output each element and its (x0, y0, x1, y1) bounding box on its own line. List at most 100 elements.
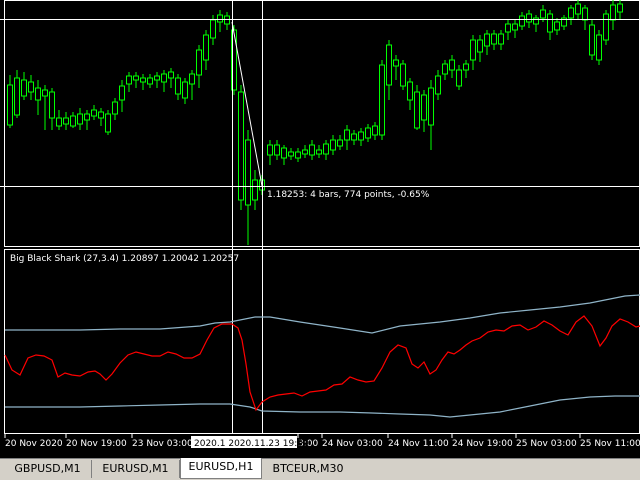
candle-body (428, 87, 434, 126)
candle-body (35, 87, 41, 101)
candle-body (168, 71, 174, 79)
time-axis: 20 Nov 2020 20 Nov 19:00 23 Nov 03:00 3:00 2… (4, 434, 640, 449)
candle-body (28, 81, 34, 93)
lower-band-line (5, 395, 640, 418)
chart-tab-bar: GBPUSD,M1 EURUSD,M1 EURUSD,H1 BTCEUR,M30 (0, 458, 640, 480)
candle-body (610, 4, 616, 21)
upper-band-line (5, 294, 640, 334)
candle-body (196, 49, 202, 76)
candle-body (596, 34, 602, 61)
candle-body (421, 94, 427, 121)
time-axis-label: 25 Nov 03:00 (516, 439, 577, 449)
candle-body (414, 91, 420, 129)
candle-body (323, 143, 329, 155)
candle-body (126, 75, 132, 85)
candle-body (302, 149, 308, 155)
chart-window[interactable]: 1.18253: 4 bars, 774 points, -0.65% Big … (0, 0, 640, 458)
candle-body (70, 115, 76, 127)
candle-body (519, 15, 525, 27)
candle-body (309, 144, 315, 156)
indicator-pane-frame (4, 249, 640, 434)
candle-body (91, 109, 97, 117)
candle-body (267, 144, 273, 156)
time-axis-label: 20 Nov 2020 (5, 439, 63, 449)
candle-body (112, 101, 118, 115)
candle-body (182, 81, 188, 99)
candlestick-series (7, 0, 623, 245)
candle-body (344, 129, 350, 141)
candle-body (252, 179, 258, 201)
oscillator-line (4, 315, 640, 412)
candle-body (575, 3, 581, 15)
candle-body (526, 13, 532, 23)
candle-body (379, 64, 385, 136)
candle-body (140, 77, 146, 83)
time-axis-label: 24 Nov 11:00 (388, 439, 449, 449)
candle-body (337, 139, 343, 147)
candle-body (105, 113, 111, 133)
candle-body (351, 133, 357, 141)
candle-body (512, 23, 518, 31)
candle-body (568, 7, 574, 19)
candle-body (77, 113, 83, 125)
candle-body (288, 151, 294, 157)
candle-body (119, 85, 125, 101)
candle-body (400, 63, 406, 87)
candle-body (316, 149, 322, 155)
candle-body (42, 89, 48, 97)
candle-body (498, 33, 504, 45)
candle-body (147, 77, 153, 85)
crosshair-time-label: 2020.1 2020.11.23 19:00 (194, 439, 309, 449)
candle-body (175, 77, 181, 95)
candle-body (407, 81, 413, 101)
indicator-label: Big Black Shark (27,3.4) 1.20897 1.20042… (10, 254, 239, 264)
candle-body (281, 147, 287, 159)
tab-btceur-m30[interactable]: BTCEUR,M30 (262, 460, 354, 478)
candle-body (533, 17, 539, 25)
candle-body (554, 21, 560, 31)
candle-body (56, 117, 62, 127)
candle-body (295, 151, 301, 159)
candle-body (133, 75, 139, 81)
candle-body (477, 39, 483, 53)
candle-body (470, 39, 476, 61)
candle-body (491, 33, 497, 45)
candle-body (449, 59, 455, 71)
candle-body (63, 117, 69, 125)
time-axis-label: 20 Nov 19:00 (66, 439, 127, 449)
candle-body (372, 125, 378, 136)
time-axis-label: 25 Nov 11:00 (580, 439, 640, 449)
candle-body (484, 33, 490, 47)
candle-body (98, 111, 104, 119)
candle-body (589, 24, 595, 56)
candle-body (84, 113, 90, 121)
candle-body (463, 63, 469, 71)
candle-body (203, 34, 209, 61)
candle-body (456, 69, 462, 87)
candle-body (154, 75, 160, 81)
candle-body (547, 13, 553, 33)
tab-eurusd-h1[interactable]: EURUSD,H1 (180, 458, 262, 479)
tab-gbpusd-m1[interactable]: GBPUSD,M1 (4, 460, 92, 478)
candle-body (582, 7, 588, 21)
chart-canvas[interactable]: 1.18253: 4 bars, 774 points, -0.65% Big … (0, 0, 640, 458)
candle-body (210, 19, 216, 39)
candle-body (358, 131, 364, 141)
candle-body (189, 73, 195, 85)
candle-body (617, 3, 623, 13)
tab-eurusd-m1[interactable]: EURUSD,M1 (92, 460, 180, 478)
candle-body (393, 59, 399, 67)
candle-body (330, 139, 336, 151)
candle-body (603, 13, 609, 41)
measure-tooltip: 1.18253: 4 bars, 774 points, -0.65% (267, 190, 430, 200)
candle-body (442, 63, 448, 75)
candle-body (217, 14, 223, 23)
candle-body (238, 91, 244, 201)
time-axis-label: 24 Nov 19:00 (452, 439, 513, 449)
candle-body (14, 77, 20, 116)
candle-body (161, 73, 167, 83)
time-axis-label: 23 Nov 03:00 (132, 439, 193, 449)
candle-body (21, 79, 27, 97)
candle-body (386, 44, 392, 86)
price-pane-frame (4, 0, 640, 247)
